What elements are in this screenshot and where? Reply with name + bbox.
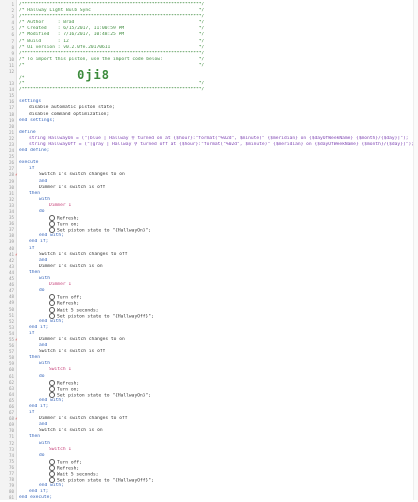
execute-end: 81 end execute;	[0, 495, 418, 501]
refresh-icon	[49, 215, 55, 222]
refresh-icon	[49, 379, 55, 386]
clock-icon	[49, 471, 55, 478]
power-icon	[49, 385, 55, 392]
code-lines: 1/**************************************…	[0, 2, 418, 502]
power-icon	[49, 221, 55, 228]
power-icon	[49, 294, 55, 301]
power-icon	[49, 458, 55, 465]
scrollbar[interactable]	[413, 0, 418, 500]
line-number: 81	[8, 495, 14, 501]
refresh-icon	[49, 464, 55, 471]
pencil-icon	[49, 227, 55, 234]
piston-code-view: 1/**************************************…	[0, 0, 418, 500]
refresh-icon	[49, 300, 55, 307]
import-code-line: 12/* 0ji8	[8, 69, 110, 83]
pencil-icon	[49, 391, 55, 398]
clock-icon	[49, 306, 55, 313]
line-text: end execute;	[19, 495, 53, 501]
pencil-icon	[49, 312, 55, 319]
pencil-icon	[49, 477, 55, 484]
